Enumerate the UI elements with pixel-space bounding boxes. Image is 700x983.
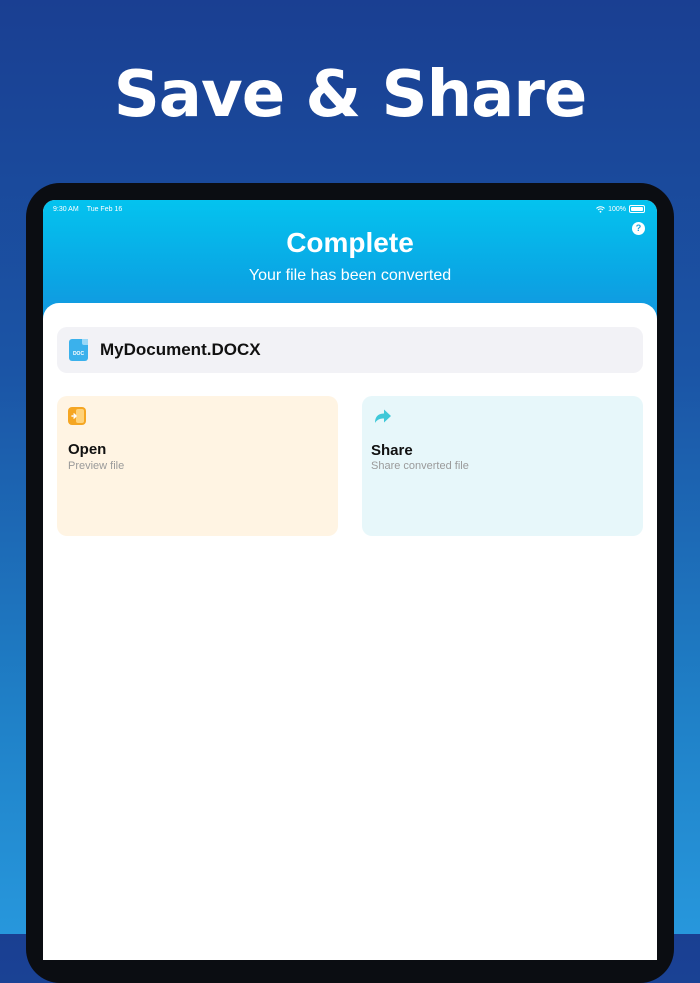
status-date: Tue Feb 16 [86,205,123,213]
status-bar: 9:30 AM Tue Feb 16 100% [53,203,645,215]
share-title: Share [371,442,413,459]
status-right: 100% [596,205,645,213]
doc-icon-label: DOC [72,351,85,357]
app-screen: 9:30 AM Tue Feb 16 100% ? Complete Your … [43,200,657,960]
open-title: Open [68,441,107,458]
share-button[interactable]: Share Share converted file [362,396,643,536]
share-arrow-icon [375,409,391,423]
battery-percent: 100% [608,205,626,213]
promo-title: Save & Share [113,58,588,132]
open-subtitle: Preview file [68,460,125,472]
content-sheet: DOC MyDocument.DOCX Open Preview file Sh… [43,303,657,960]
share-subtitle: Share converted file [371,460,469,472]
open-button[interactable]: Open Preview file [57,396,338,536]
page-title: Complete [286,227,414,258]
file-name: MyDocument.DOCX [100,340,261,359]
doc-file-icon: DOC [69,339,88,361]
page-subtitle: Your file has been converted [248,267,452,284]
file-row: DOC MyDocument.DOCX [57,327,643,373]
open-preview-icon [68,407,86,425]
battery-icon [629,205,645,213]
status-time: 9:30 AM [53,205,79,213]
wifi-icon [596,205,605,213]
